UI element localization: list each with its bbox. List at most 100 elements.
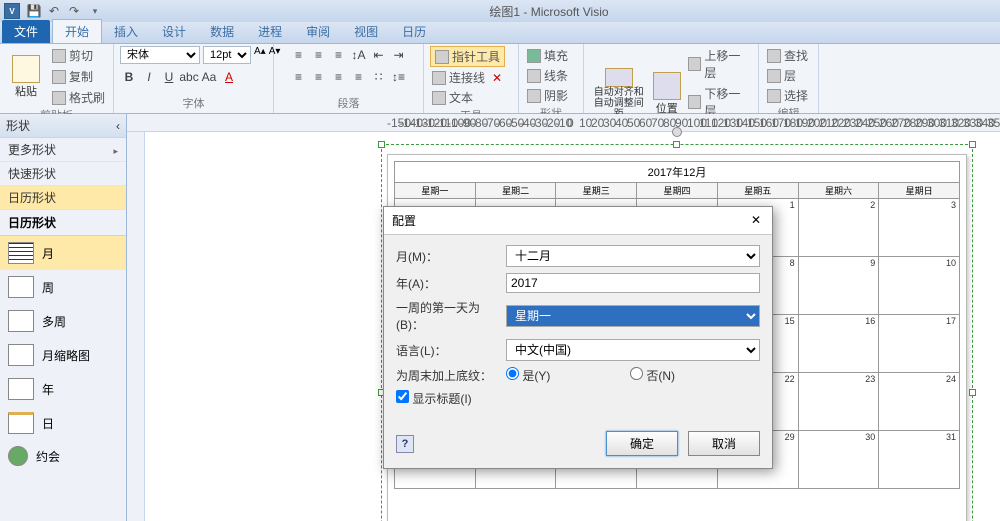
italic-button[interactable]: I	[140, 68, 158, 86]
month-label: 月(M)：	[396, 248, 506, 265]
font-family-select[interactable]: 宋体	[120, 46, 200, 64]
tab-process[interactable]: 进程	[246, 20, 294, 43]
shape-appointment[interactable]: 约会	[0, 440, 126, 472]
bold-button[interactable]: B	[120, 68, 138, 86]
month-select[interactable]: 十二月	[506, 245, 760, 267]
auto-align-button[interactable]: 自动对齐和自动调整间距	[590, 68, 647, 120]
connector-tool-button[interactable]: 连接线✕	[430, 68, 504, 87]
showtitle-checkbox[interactable]: 显示标题(I)	[396, 390, 506, 407]
find-button[interactable]: 查找	[765, 46, 810, 65]
calendar-shapes-item[interactable]: 日历形状	[0, 186, 126, 210]
shape-day[interactable]: 日	[0, 406, 126, 440]
shapes-header[interactable]: 形状‹	[0, 114, 126, 138]
tab-review[interactable]: 审阅	[294, 20, 342, 43]
copy-button[interactable]: 复制	[50, 67, 107, 86]
shape-year[interactable]: 年	[0, 372, 126, 406]
tab-file[interactable]: 文件	[2, 20, 50, 43]
title-bar: V 💾 ↶ ↷ 绘图1 - Microsoft Visio	[0, 0, 1000, 22]
fill-button[interactable]: 填充	[525, 46, 570, 65]
shape-day-label: 日	[42, 415, 54, 432]
bring-forward-icon	[688, 57, 701, 71]
help-button[interactable]: ?	[396, 435, 414, 453]
indent-inc-icon[interactable]: ⇥	[390, 46, 408, 64]
justify-icon[interactable]: ≡	[350, 68, 368, 86]
align-bot-icon[interactable]: ≡	[330, 46, 348, 64]
year-input[interactable]	[506, 273, 760, 293]
shade-yes-input[interactable]	[506, 367, 519, 380]
language-select[interactable]: 中文(中国)	[506, 339, 760, 361]
delete-connector-icon[interactable]: ✕	[492, 71, 502, 85]
showtitle-input[interactable]	[396, 390, 409, 403]
shade-no-radio[interactable]: 否(N)	[630, 367, 740, 384]
pointer-tool-button[interactable]: 指针工具	[430, 46, 505, 67]
spacing-icon[interactable]: ↕≡	[390, 68, 408, 86]
dialog-footer: ? 确定 取消	[384, 423, 772, 468]
align-mid-icon[interactable]: ≡	[310, 46, 328, 64]
ok-button[interactable]: 确定	[606, 431, 678, 456]
calendar-shapes-label: 日历形状	[8, 189, 56, 206]
bring-forward-button[interactable]: 上移一层	[686, 46, 752, 82]
align-right-icon[interactable]: ≡	[330, 68, 348, 86]
position-button[interactable]: 位置	[651, 68, 682, 120]
paste-button[interactable]: 粘贴	[6, 51, 46, 103]
shape-month-thumb[interactable]: 月缩略图	[0, 338, 126, 372]
select-label: 选择	[784, 87, 808, 104]
line-icon	[527, 69, 541, 83]
font-size-select[interactable]: 12pt	[203, 46, 251, 64]
font-color-button[interactable]: A	[220, 68, 238, 86]
grow-font-icon[interactable]: A▴	[254, 46, 266, 64]
quick-shapes-item[interactable]: 快速形状	[0, 162, 126, 186]
tab-insert[interactable]: 插入	[102, 20, 150, 43]
strike-button[interactable]: abc	[180, 68, 198, 86]
chevron-left-icon[interactable]: ‹	[116, 119, 120, 133]
shape-multiweek-label: 多周	[42, 313, 66, 330]
firstday-select[interactable]: 星期一	[506, 305, 760, 327]
rotate-handle[interactable]	[672, 127, 682, 137]
tab-calendar[interactable]: 日历	[390, 20, 438, 43]
resize-handle-n[interactable]	[673, 141, 680, 148]
align-top-icon[interactable]: ≡	[290, 46, 308, 64]
dialog-titlebar[interactable]: 配置 ✕	[384, 207, 772, 235]
dialog-body: 月(M)：十二月 年(A)： 一周的第一天为(B)：星期一 语言(L)：中文(中…	[384, 235, 772, 423]
resize-handle-nw[interactable]	[378, 141, 385, 148]
select-button[interactable]: 选择	[765, 86, 810, 105]
more-shapes-item[interactable]: 更多形状	[0, 138, 126, 162]
indent-dec-icon[interactable]: ⇤	[370, 46, 388, 64]
align-center-icon[interactable]: ≡	[310, 68, 328, 86]
orientation-icon[interactable]: ↕A	[350, 46, 368, 64]
redo-icon[interactable]: ↷	[66, 3, 82, 19]
format-painter-button[interactable]: 格式刷	[50, 88, 107, 107]
tab-view[interactable]: 视图	[342, 20, 390, 43]
text-tool-button[interactable]: 文本	[430, 88, 475, 107]
tab-design[interactable]: 设计	[150, 20, 198, 43]
case-button[interactable]: Aa	[200, 68, 218, 86]
shape-month-label: 月	[42, 245, 54, 262]
paste-label: 粘贴	[15, 83, 37, 99]
shape-multiweek[interactable]: 多周	[0, 304, 126, 338]
qat-more-icon[interactable]	[86, 3, 102, 19]
save-icon[interactable]: 💾	[26, 3, 42, 19]
month-thumb-icon	[8, 344, 34, 366]
tab-data[interactable]: 数据	[198, 20, 246, 43]
find-label: 查找	[784, 47, 808, 64]
align-left-icon[interactable]: ≡	[290, 68, 308, 86]
shade-no-input[interactable]	[630, 367, 643, 380]
shape-month[interactable]: 月	[0, 236, 126, 270]
line-button[interactable]: 线条	[525, 66, 570, 85]
send-backward-icon	[688, 95, 701, 109]
resize-handle-e[interactable]	[969, 389, 976, 396]
tab-home[interactable]: 开始	[52, 19, 102, 43]
bullets-icon[interactable]: ∷	[370, 68, 388, 86]
calendar-shapes-section: 日历形状	[0, 210, 126, 236]
underline-button[interactable]: U	[160, 68, 178, 86]
shape-week[interactable]: 周	[0, 270, 126, 304]
shade-yes-radio[interactable]: 是(Y)	[506, 367, 616, 384]
resize-handle-ne[interactable]	[969, 141, 976, 148]
shadow-button[interactable]: 阴影	[525, 86, 570, 105]
cut-button[interactable]: 剪切	[50, 46, 107, 65]
undo-icon[interactable]: ↶	[46, 3, 62, 19]
close-icon[interactable]: ✕	[748, 212, 764, 228]
cancel-button[interactable]: 取消	[688, 431, 760, 456]
layer-button[interactable]: 层	[765, 66, 798, 85]
copy-icon	[52, 70, 66, 84]
